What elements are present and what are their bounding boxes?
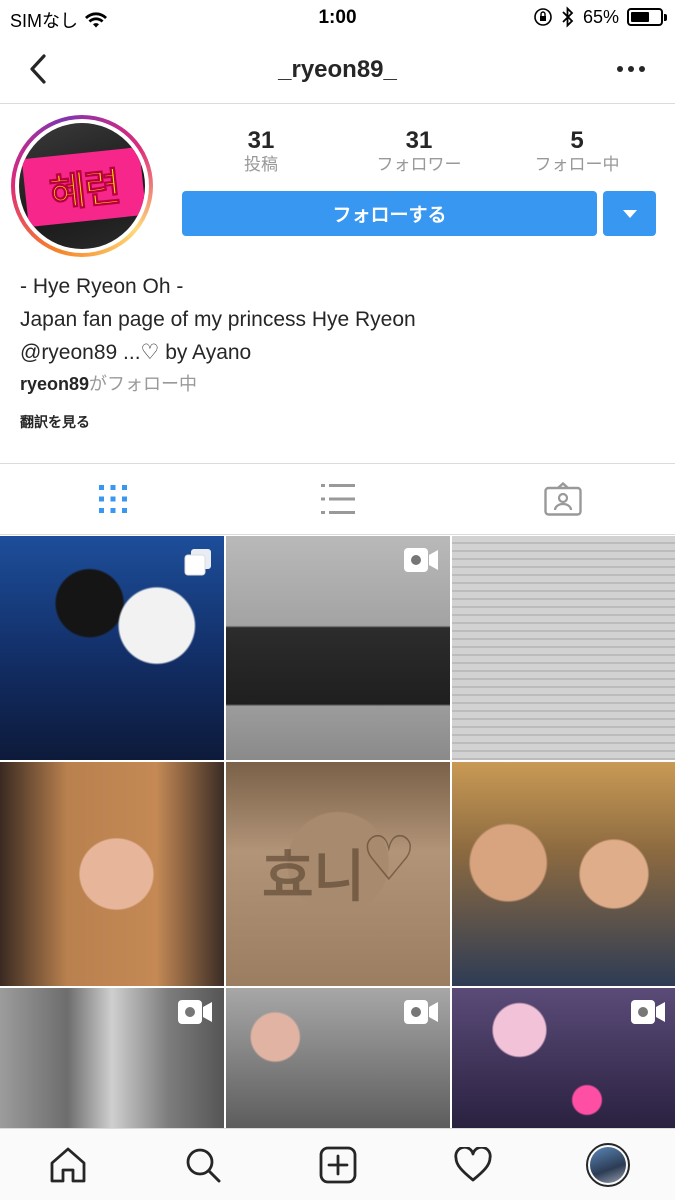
stat-value: 31 (247, 127, 275, 154)
caret-down-icon (622, 209, 637, 218)
post-thumbnail[interactable] (452, 988, 675, 1128)
post-thumbnail[interactable] (0, 536, 224, 760)
bio-line-credit[interactable]: @ryeon89 ...♡ by Ayano (20, 336, 660, 369)
profile-stats: 31 投稿 31 フォロワー 5 フォロー中 (182, 128, 656, 178)
battery-icon (627, 8, 667, 26)
heart-icon (453, 1146, 492, 1181)
profile-avatar: 혜련 (19, 123, 145, 249)
page-title: _ryeon89_ (278, 56, 397, 83)
post-thumbnail[interactable] (226, 536, 450, 760)
nav-bar: _ryeon89_ (0, 36, 675, 104)
posts-grid: 효니 ♡ (0, 536, 675, 1128)
bluetooth-icon (562, 6, 574, 28)
home-tab[interactable] (0, 1129, 135, 1200)
followed-by-user[interactable]: ryeon89 (20, 374, 89, 394)
tab-grid[interactable] (0, 464, 225, 534)
stat-posts[interactable]: 31 投稿 (182, 128, 340, 178)
post-thumbnail[interactable] (0, 988, 224, 1128)
avatar-sign: 혜련 (21, 147, 145, 227)
tagged-icon (543, 482, 582, 516)
tab-tagged[interactable] (450, 464, 675, 534)
see-translation-link[interactable]: 翻訳を見る (20, 412, 90, 432)
search-tab[interactable] (135, 1129, 270, 1200)
bio-line-description: Japan fan page of my princess Hye Ryeon (20, 308, 416, 331)
add-icon (319, 1146, 356, 1183)
status-bar: SIMなし 1:00 65% (0, 0, 675, 36)
profile-avatar (585, 1142, 630, 1187)
tab-list[interactable] (225, 464, 450, 534)
stat-value: 31 (405, 127, 433, 154)
avatar-border: 혜련 (15, 119, 149, 253)
battery-fill (631, 12, 650, 22)
video-icon (178, 1000, 212, 1024)
followed-by-suffix: がフォロー中 (89, 374, 198, 394)
status-right: 65% (533, 6, 667, 28)
profile-bio: - Hye Ryeon Oh - Japan fan page of my pr… (20, 270, 660, 369)
post-thumbnail[interactable] (0, 762, 224, 986)
post-thumbnail[interactable] (226, 988, 450, 1128)
avatar-sign-text: 혜련 (47, 164, 122, 218)
profile-tabs (0, 463, 675, 535)
stat-label: フォロワー (376, 155, 462, 174)
stat-following[interactable]: 5 フォロー中 (498, 128, 656, 178)
bottom-tab-bar (0, 1128, 675, 1200)
stat-label: 投稿 (244, 155, 278, 174)
search-icon (186, 1148, 220, 1182)
more-options-button[interactable] (613, 54, 649, 84)
orientation-lock-icon (534, 8, 552, 26)
video-icon (404, 1000, 438, 1024)
activity-tab[interactable] (405, 1129, 540, 1200)
more-horizontal-icon (617, 66, 645, 72)
post-thumbnail[interactable] (452, 536, 675, 760)
post-thumbnail[interactable] (452, 762, 675, 986)
stat-label: フォロー中 (534, 155, 620, 174)
list-icon (320, 484, 355, 514)
profile-tab[interactable] (540, 1129, 675, 1200)
suggestions-dropdown-button[interactable] (603, 191, 656, 236)
video-icon (404, 548, 438, 572)
battery-percent: 65% (582, 6, 619, 27)
home-icon (50, 1147, 85, 1182)
bio-line-name: - Hye Ryeon Oh - (20, 275, 184, 298)
grid-icon (98, 485, 127, 513)
sand-writing: 효니 (262, 845, 366, 910)
follow-button[interactable]: フォローする (182, 191, 597, 236)
sand-heart: ♡ (361, 825, 417, 894)
video-icon (631, 1000, 665, 1024)
carousel-icon (184, 549, 211, 576)
stat-value: 5 (570, 127, 584, 154)
followed-by[interactable]: ryeon89がフォロー中 (20, 370, 197, 396)
stat-followers[interactable]: 31 フォロワー (340, 128, 498, 178)
add-post-tab[interactable] (270, 1129, 405, 1200)
profile-avatar-image (589, 1146, 626, 1183)
post-thumbnail[interactable]: 효니 ♡ (226, 762, 450, 986)
profile-avatar-story-ring[interactable]: 혜련 (11, 115, 153, 257)
